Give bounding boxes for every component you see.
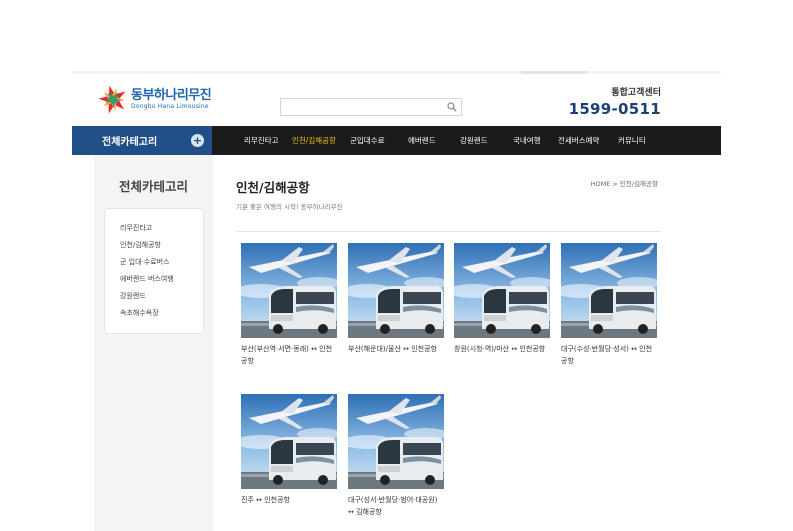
nav-item-charter-bus[interactable]: 전세버스예약 (558, 135, 618, 146)
star-logo-icon (98, 85, 126, 114)
sidebar-menu: 리무진타고 인천/김해공항 군 입대·수료버스 에버랜드 버스여행 강원랜드 속… (104, 208, 204, 334)
customer-center-phone[interactable]: 1599-0511 (569, 100, 661, 118)
product-caption[interactable]: 부산(해운대)/울산 ↔ 인천공항 (348, 343, 444, 355)
nav-item-kangwonland[interactable]: 강원랜드 (460, 135, 513, 146)
title-divider (236, 231, 661, 232)
top-divider (72, 71, 721, 74)
sidebar-item-sokcho-beach[interactable]: 속초해수욕장 (120, 308, 174, 325)
all-categories-label: 전체카테고리 (102, 137, 158, 148)
sidebar: 전체카테고리 리무진타고 인천/김해공항 군 입대·수료버스 에버랜드 버스여행… (94, 155, 213, 531)
customer-center: 통합고객센터 1599-0511 (569, 85, 661, 118)
product-card[interactable]: 부산(해운대)/울산 ↔ 인천공항 (348, 243, 444, 355)
bus-airplane-image[interactable] (241, 243, 337, 338)
main-navigation: 전체카테고리 + 리무진타고 인천/김해공항 군입대수료 에버랜드 강원랜드 국… (72, 126, 721, 155)
product-caption[interactable]: 창원(시청·역)/마산 ↔ 인천공항 (454, 343, 550, 355)
bus-airplane-image[interactable] (348, 394, 444, 489)
nav-item-airport[interactable]: 인천/김해공항 (292, 135, 350, 146)
bus-airplane-image[interactable] (454, 243, 550, 338)
nav-item-limousine[interactable]: 리무진타고 (244, 135, 292, 146)
nav-item-community[interactable]: 커뮤니티 (618, 135, 658, 146)
sidebar-item-military-bus[interactable]: 군 입대·수료버스 (120, 257, 174, 274)
logo-korean-text: 동부하나리무진 (131, 87, 212, 103)
bus-airplane-image[interactable] (348, 243, 444, 338)
all-categories-button[interactable]: 전체카테고리 + (72, 126, 212, 155)
sidebar-title: 전체카테고리 (118, 179, 188, 194)
product-card[interactable]: 대구(수성·반월당·성서) ↔ 인천공항 (561, 243, 657, 367)
nav-item-military[interactable]: 군입대수료 (350, 135, 408, 146)
search-box (280, 98, 462, 120)
search-icon (447, 102, 457, 112)
nav-menu: 리무진타고 인천/김해공항 군입대수료 에버랜드 강원랜드 국내여행 전세버스예… (244, 126, 658, 155)
sidebar-item-everland-tour[interactable]: 에버랜드 버스여행 (120, 274, 174, 291)
page-subtitle: 기분 좋은 여행의 시작! 동부하나리무진 (236, 203, 343, 211)
top-tab-marker (521, 71, 555, 74)
sidebar-item-kangwonland[interactable]: 강원랜드 (120, 291, 174, 308)
product-caption[interactable]: 대구(수성·반월당·성서) ↔ 인천공항 (561, 343, 657, 367)
sidebar-item-limousine[interactable]: 리무진타고 (120, 223, 174, 240)
product-card[interactable]: 진주 ↔ 인천공항 (241, 394, 337, 506)
nav-item-domestic-travel[interactable]: 국내여행 (513, 135, 558, 146)
bus-airplane-image[interactable] (561, 243, 657, 338)
product-card[interactable]: 대구(성서·반월당·범어·대공원) ↔ 김해공항 (348, 394, 444, 518)
plus-icon: + (191, 134, 204, 147)
top-tab-marker (552, 71, 586, 74)
product-caption[interactable]: 진주 ↔ 인천공항 (241, 494, 337, 506)
search-button[interactable] (443, 99, 461, 115)
product-caption[interactable]: 대구(성서·반월당·범어·대공원) ↔ 김해공항 (348, 494, 444, 518)
sidebar-item-airport[interactable]: 인천/김해공항 (120, 240, 174, 257)
product-card[interactable]: 창원(시청·역)/마산 ↔ 인천공항 (454, 243, 550, 355)
page-title: 인천/김해공항 (236, 180, 310, 195)
search-input[interactable] (281, 104, 449, 120)
bus-airplane-image[interactable] (241, 394, 337, 489)
nav-item-everland[interactable]: 에버랜드 (408, 135, 460, 146)
site-logo[interactable]: 동부하나리무진 Dongbu Hana Limousine (98, 84, 212, 114)
product-caption[interactable]: 부산(부산역·서면·동래) ↔ 인천공항 (241, 343, 337, 367)
customer-center-label: 통합고객센터 (611, 88, 661, 98)
product-card[interactable]: 부산(부산역·서면·동래) ↔ 인천공항 (241, 243, 337, 367)
logo-english-text: Dongbu Hana Limousine (131, 102, 209, 110)
breadcrumb[interactable]: HOME > 인천/김해공항 (591, 178, 658, 188)
